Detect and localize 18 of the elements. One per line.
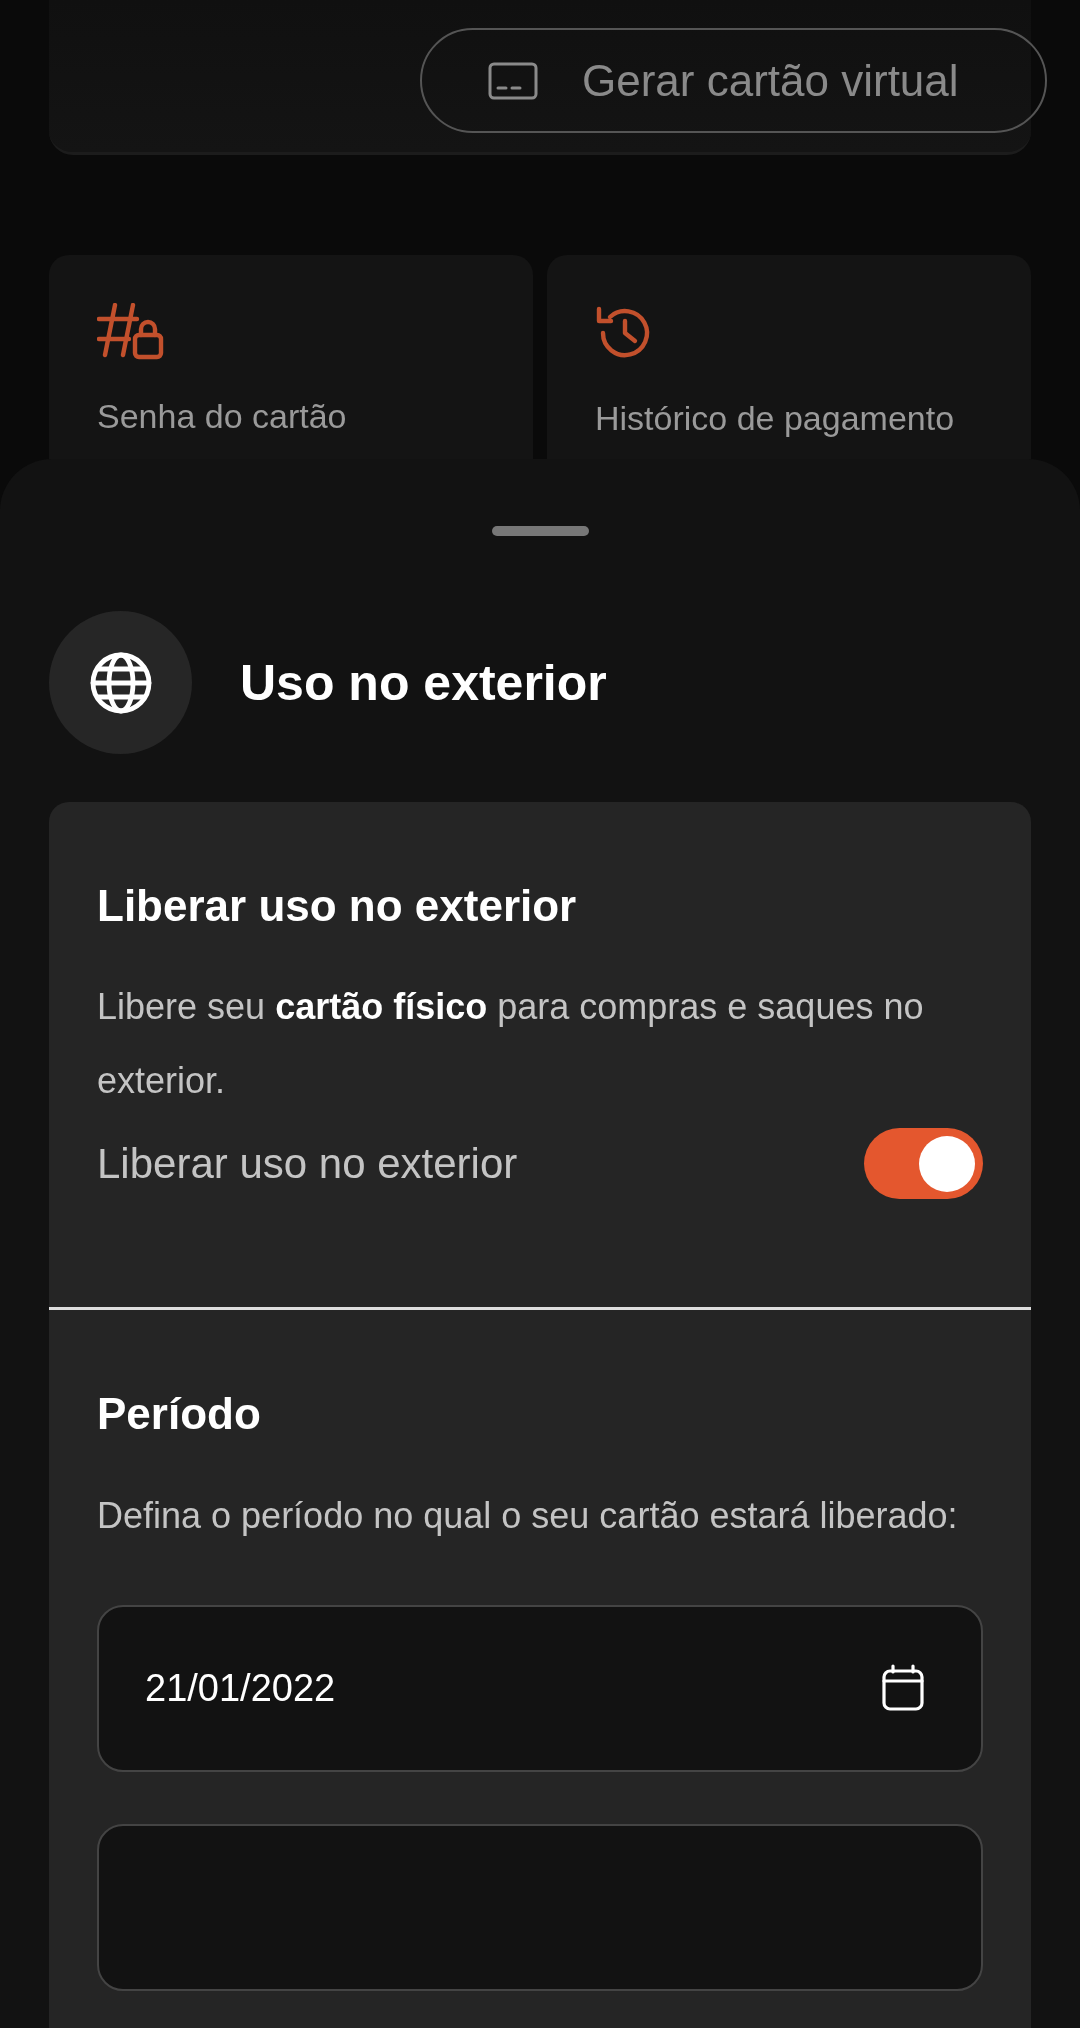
toggle-label: Liberar uso no exterior xyxy=(97,1139,518,1188)
section-description: Defina o período no qual o seu cartão estará liberado: xyxy=(97,1493,959,1538)
section-title: Liberar uso no exterior xyxy=(97,882,578,931)
calendar-icon xyxy=(881,1664,925,1713)
shortcut-card[interactable]: Senha do cartão xyxy=(49,255,533,459)
sheet-title: Uso no exterior xyxy=(240,653,607,712)
section-title: Período xyxy=(97,1390,262,1439)
card-icon xyxy=(488,61,538,100)
virtual-card-button[interactable]: Gerar cartão virtual xyxy=(420,28,1047,133)
date-field[interactable]: 21/01/2022 xyxy=(97,1604,983,1772)
shortcut-label: Histórico de pagamento xyxy=(595,399,956,438)
shortcut-label: Senha do cartão xyxy=(97,397,348,436)
hash-lock-icon xyxy=(97,303,165,361)
globe-icon xyxy=(88,650,153,715)
date-field[interactable] xyxy=(97,1823,983,1991)
shortcut-card[interactable]: Histórico de pagamento xyxy=(547,255,1031,459)
section-description: Libere seu cartão físico para compras e saques no exterior. xyxy=(97,985,925,1104)
drag-handle[interactable] xyxy=(491,526,589,536)
